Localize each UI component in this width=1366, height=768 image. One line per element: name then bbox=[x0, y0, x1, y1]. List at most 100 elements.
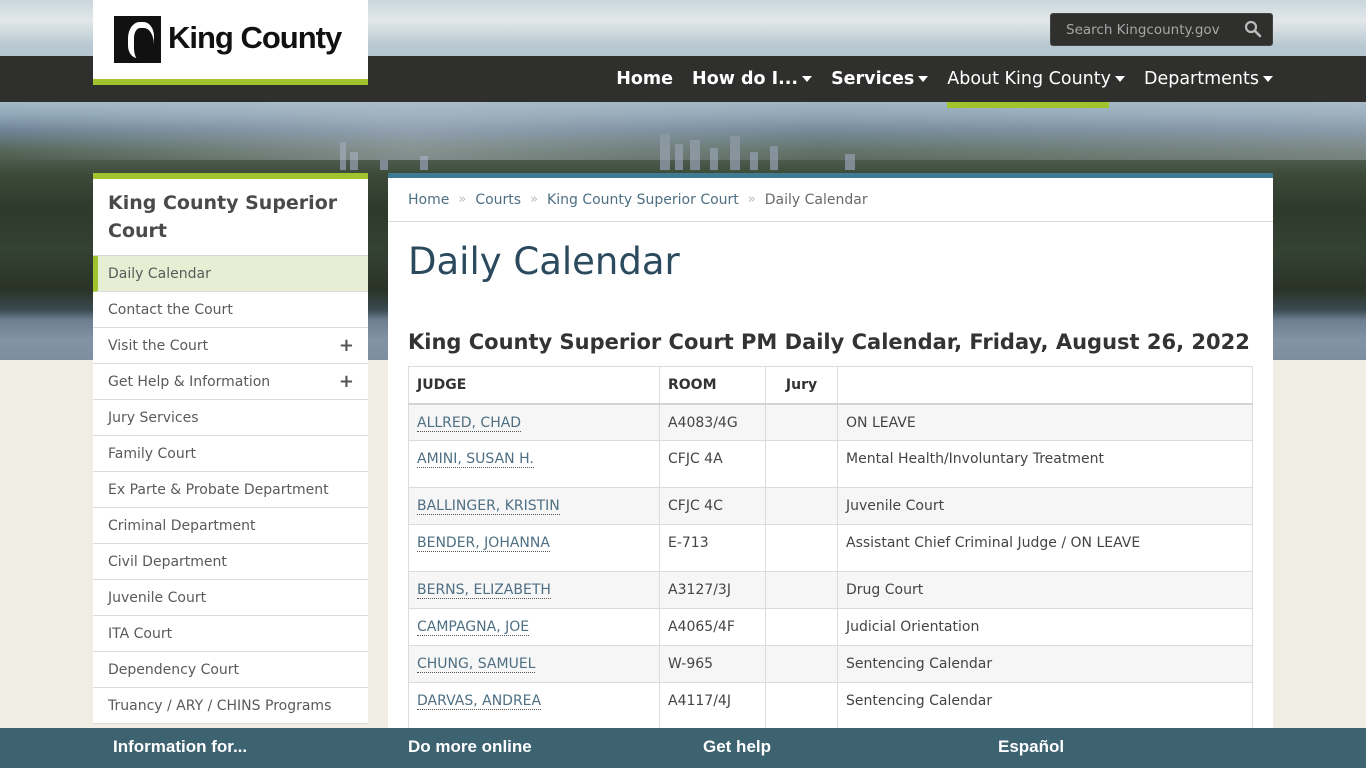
sidebar-item-daily-calendar[interactable]: Daily Calendar bbox=[93, 256, 368, 292]
sidebar-item-visit-the-court[interactable]: Visit the Court + bbox=[93, 328, 368, 364]
judge-cell: AMINI, SUSAN H. bbox=[408, 440, 660, 488]
table-row: CAMPAGNA, JOE A4065/4F Judicial Orientat… bbox=[408, 608, 1253, 646]
note-cell: Sentencing Calendar bbox=[837, 645, 1253, 683]
nav-departments[interactable]: Departments bbox=[1144, 56, 1273, 102]
column-header-jury: Jury bbox=[765, 366, 838, 405]
column-header-judge: JUDGE bbox=[408, 366, 660, 405]
table-row: ALLRED, CHAD A4083/4G ON LEAVE bbox=[408, 403, 1253, 441]
section-sidebar: King County Superior Court Daily Calenda… bbox=[93, 173, 368, 724]
nav-departments-label: Departments bbox=[1143, 69, 1259, 89]
judge-cell: CAMPAGNA, JOE bbox=[408, 608, 660, 646]
sidebar-item-label: Truancy / ARY / CHINS Programs bbox=[108, 697, 332, 714]
sidebar-item-label: ITA Court bbox=[108, 625, 173, 642]
nav-services-label: Services bbox=[831, 69, 915, 89]
breadcrumb-home[interactable]: Home bbox=[408, 192, 449, 208]
nav-about-king-county[interactable]: About King County bbox=[947, 56, 1125, 108]
caret-down-icon bbox=[918, 76, 929, 82]
footer-do-more-online[interactable]: Do more online bbox=[408, 737, 532, 757]
breadcrumb: Home » Courts » King County Superior Cou… bbox=[388, 178, 1273, 222]
breadcrumb-courts[interactable]: Courts bbox=[475, 192, 521, 208]
table-row: DARVAS, ANDREA A4117/4J Sentencing Calen… bbox=[408, 682, 1253, 730]
judge-link[interactable]: DARVAS, ANDREA bbox=[417, 693, 542, 710]
breadcrumb-current: Daily Calendar bbox=[764, 191, 868, 208]
jury-cell bbox=[765, 524, 838, 572]
sidebar-item-juvenile-court[interactable]: Juvenile Court bbox=[93, 580, 368, 616]
room-cell: A3127/3J bbox=[659, 571, 766, 609]
nav-about-label: About King County bbox=[947, 69, 1111, 89]
logo-text: King County bbox=[168, 20, 342, 55]
judge-link[interactable]: CHUNG, SAMUEL bbox=[417, 656, 536, 673]
room-cell: A4065/4F bbox=[659, 608, 766, 646]
sidebar-item-civil-department[interactable]: Civil Department bbox=[93, 544, 368, 580]
daily-calendar-table: JUDGE ROOM Jury ALLRED, CHAD A4083/4G ON… bbox=[408, 366, 1253, 730]
nav-services[interactable]: Services bbox=[831, 56, 929, 102]
search-icon[interactable] bbox=[1244, 20, 1262, 38]
table-row: BERNS, ELIZABETH A3127/3J Drug Court bbox=[408, 571, 1253, 609]
breadcrumb-separator-icon: » bbox=[458, 192, 467, 207]
search-input[interactable] bbox=[1051, 14, 1241, 45]
king-county-logo[interactable]: King County bbox=[93, 0, 368, 85]
room-cell: CFJC 4A bbox=[659, 440, 766, 488]
sidebar-item-label: Jury Services bbox=[108, 409, 199, 426]
jury-cell bbox=[765, 440, 838, 488]
calendar-subtitle: King County Superior Court PM Daily Cale… bbox=[408, 330, 1250, 354]
column-header-notes bbox=[837, 366, 1253, 405]
sidebar-item-family-court[interactable]: Family Court bbox=[93, 436, 368, 472]
caret-down-icon bbox=[1263, 76, 1273, 82]
column-header-room: ROOM bbox=[659, 366, 766, 405]
sidebar-item-label: Get Help & Information bbox=[108, 373, 271, 390]
sidebar-item-label: Ex Parte & Probate Department bbox=[108, 481, 329, 498]
footer-espanol[interactable]: Español bbox=[998, 737, 1064, 757]
judge-cell: BALLINGER, KRISTIN bbox=[408, 487, 660, 525]
room-cell: A4117/4J bbox=[659, 682, 766, 730]
sidebar-item-contact-the-court[interactable]: Contact the Court bbox=[93, 292, 368, 328]
judge-link[interactable]: CAMPAGNA, JOE bbox=[417, 619, 530, 636]
sidebar-item-label: Dependency Court bbox=[108, 661, 240, 678]
footer-information-for[interactable]: Information for... bbox=[113, 737, 247, 757]
judge-link[interactable]: ALLRED, CHAD bbox=[417, 414, 522, 432]
sidebar-item-jury-services[interactable]: Jury Services bbox=[93, 400, 368, 436]
sidebar-item-get-help[interactable]: Get Help & Information + bbox=[93, 364, 368, 400]
judge-link[interactable]: AMINI, SUSAN H. bbox=[417, 451, 534, 468]
judge-link[interactable]: BENDER, JOHANNA bbox=[417, 535, 550, 552]
sidebar-item-criminal-department[interactable]: Criminal Department bbox=[93, 508, 368, 544]
caret-down-icon bbox=[1114, 76, 1125, 82]
judge-cell: DARVAS, ANDREA bbox=[408, 682, 660, 730]
page-title: Daily Calendar bbox=[408, 240, 680, 283]
footer-get-help[interactable]: Get help bbox=[703, 737, 771, 757]
jury-cell bbox=[765, 403, 838, 441]
jury-cell bbox=[765, 682, 838, 730]
sidebar-item-label: Juvenile Court bbox=[108, 589, 207, 606]
sidebar-item-dependency-court[interactable]: Dependency Court bbox=[93, 652, 368, 688]
site-search bbox=[1050, 13, 1273, 46]
expand-plus-icon[interactable]: + bbox=[339, 373, 354, 391]
sidebar-item-ita-court[interactable]: ITA Court bbox=[93, 616, 368, 652]
breadcrumb-superior-court[interactable]: King County Superior Court bbox=[547, 192, 739, 208]
city-skyline bbox=[320, 90, 920, 170]
judge-link[interactable]: BERNS, ELIZABETH bbox=[417, 582, 551, 599]
table-header-row: JUDGE ROOM Jury bbox=[408, 366, 1253, 405]
nav-how-do-i[interactable]: How do I... bbox=[692, 56, 813, 102]
sidebar-item-label: Civil Department bbox=[108, 553, 227, 570]
judge-link[interactable]: BALLINGER, KRISTIN bbox=[417, 498, 560, 515]
jury-cell bbox=[765, 487, 838, 525]
mlk-logo-icon bbox=[114, 16, 161, 63]
sidebar-item-label: Criminal Department bbox=[108, 517, 256, 534]
note-cell: Judicial Orientation bbox=[837, 608, 1253, 646]
expand-plus-icon[interactable]: + bbox=[339, 337, 354, 355]
nav-home[interactable]: Home bbox=[616, 56, 673, 102]
note-cell: ON LEAVE bbox=[837, 403, 1253, 441]
sidebar-item-label: Family Court bbox=[108, 445, 196, 462]
judge-cell: BENDER, JOHANNA bbox=[408, 524, 660, 572]
sidebar-item-ex-parte-probate[interactable]: Ex Parte & Probate Department bbox=[93, 472, 368, 508]
nav-how-do-i-label: How do I... bbox=[692, 69, 799, 89]
sidebar-title[interactable]: King County Superior Court bbox=[93, 179, 368, 256]
sidebar-item-truancy-programs[interactable]: Truancy / ARY / CHINS Programs bbox=[93, 688, 368, 724]
table-row: BALLINGER, KRISTIN CFJC 4C Juvenile Cour… bbox=[408, 487, 1253, 525]
caret-down-icon bbox=[802, 76, 813, 82]
breadcrumb-separator-icon: » bbox=[747, 192, 756, 207]
breadcrumb-separator-icon: » bbox=[530, 192, 539, 207]
main-navigation: Home How do I... Services About King Cou… bbox=[597, 56, 1273, 108]
room-cell: A4083/4G bbox=[659, 403, 766, 441]
room-cell: CFJC 4C bbox=[659, 487, 766, 525]
